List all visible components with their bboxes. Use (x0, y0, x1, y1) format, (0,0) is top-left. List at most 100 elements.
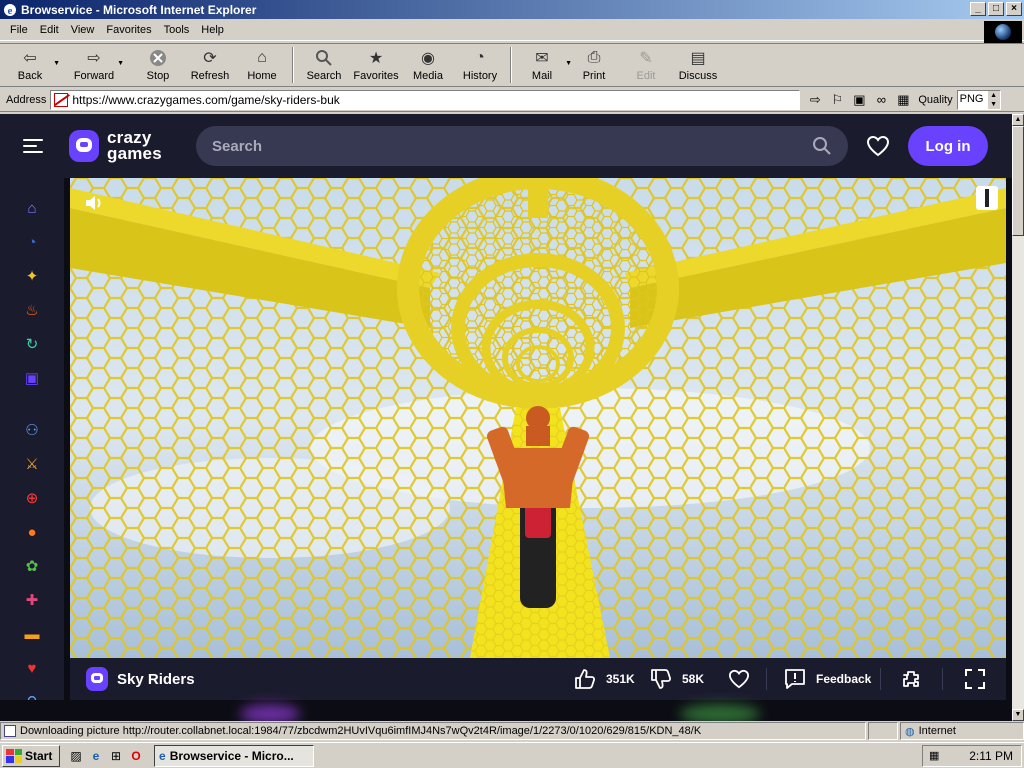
like-button[interactable]: 351K (574, 658, 635, 700)
globe-icon (995, 24, 1011, 40)
originals-icon[interactable]: ▣ (22, 368, 42, 388)
start-button[interactable]: Start (2, 744, 60, 767)
new-icon[interactable]: ✦ (22, 266, 42, 286)
logo-text: crazy games (107, 129, 162, 162)
bookmark-icon[interactable]: ⚐ (826, 90, 848, 110)
share-button[interactable] (900, 658, 932, 700)
quality-select[interactable]: PNG ▲ ▼ (956, 89, 1001, 110)
forward-button[interactable]: ⇨ Forward ▼ (68, 44, 124, 86)
site-search-input[interactable]: Search (196, 126, 848, 166)
go-arrow-icon[interactable]: ⇨ (804, 90, 826, 110)
mail-button[interactable]: ✉ Mail ▼ (516, 44, 572, 86)
print-label: Print (582, 70, 606, 82)
scroll-down-icon[interactable]: ▼ (1012, 709, 1024, 721)
discuss-button[interactable]: ▤ Discuss (672, 44, 724, 86)
clipboard-icon[interactable]: ▦ (892, 90, 914, 110)
sound-icon[interactable] (84, 194, 104, 212)
show-desktop-icon[interactable]: ▨ (68, 748, 84, 764)
menu-tools[interactable]: Tools (158, 24, 196, 36)
maximize-button[interactable]: □ (988, 2, 1004, 16)
search-button[interactable]: Search (298, 44, 350, 86)
close-button[interactable]: × (1006, 2, 1022, 16)
adventure-icon[interactable]: ⊕ (22, 488, 42, 508)
game-canvas[interactable] (70, 178, 1006, 658)
address-field[interactable]: https://www.crazygames.com/game/sky-ride… (50, 89, 801, 110)
windows-taskbar: Start ▨ e ⊞ O e Browservice - Micro... ▦… (0, 742, 1024, 768)
favorites-label: Favorites (353, 70, 399, 82)
network-icon[interactable]: ⊞ (108, 748, 124, 764)
history-label: History (462, 70, 498, 82)
window-title: Browservice - Microsoft Internet Explore… (21, 2, 257, 17)
address-bar: Address https://www.crazygames.com/game/… (0, 88, 1024, 112)
standard-toolbar: ⇦ Back ▼ ⇨ Forward ▼ Stop ⟳ Refresh ⌂ Home… (0, 43, 1024, 87)
favorites-button[interactable]: ★ Favorites (350, 44, 402, 86)
binoculars-icon[interactable]: ∞ (870, 90, 892, 110)
search-icon[interactable] (812, 136, 832, 156)
dislike-button[interactable]: 58K (650, 658, 704, 700)
home-icon[interactable]: ⌂ (22, 198, 42, 218)
fullscreen-button[interactable] (964, 658, 996, 700)
multiplayer-icon[interactable]: ⚇ (22, 420, 42, 440)
print-button[interactable]: ⎙ Print (568, 44, 620, 86)
basketball-icon[interactable]: ● (22, 522, 42, 542)
quality-value: PNG (959, 92, 984, 105)
ie-task-icon: e (159, 748, 166, 763)
crazygames-logo[interactable]: crazy games (69, 129, 162, 162)
game-logo-icon (86, 667, 108, 691)
quality-spinner-icon[interactable]: ▲ ▼ (987, 90, 1000, 109)
site-header: crazy games Search Log in (0, 114, 1012, 178)
forward-arrow-icon: ⇨ (87, 50, 101, 67)
game-info-bar: Sky Riders 351K 58K Feedback (70, 658, 1006, 700)
stop-button[interactable]: Stop (132, 44, 184, 86)
back-dropdown-icon[interactable]: ▼ (53, 60, 60, 67)
taskbar-item-browservice[interactable]: e Browservice - Micro... (154, 744, 314, 767)
action-icon[interactable]: ⚔ (22, 454, 42, 474)
category-sidebar: ⌂ ◔ ✦ ♨ ↻ ▣ ⚇ ⚔ ⊕ ● ✿ ✚ ▬ ♥ ⚲ (0, 178, 64, 721)
favorites-heart-icon[interactable] (866, 135, 890, 157)
history-button[interactable]: ◔ History (454, 44, 506, 86)
menu-toggle-icon[interactable] (23, 138, 43, 154)
menu-view[interactable]: View (65, 24, 101, 36)
favorite-game-button[interactable] (728, 658, 760, 700)
card-icon[interactable]: ♥ (22, 658, 42, 678)
login-button[interactable]: Log in (908, 126, 988, 166)
save-page-icon[interactable]: ▣ (848, 90, 870, 110)
start-label: Start (25, 748, 53, 763)
updated-icon[interactable]: ↻ (22, 334, 42, 354)
menu-favorites[interactable]: Favorites (100, 24, 157, 36)
thumbs-down-icon (651, 669, 672, 689)
trending-icon[interactable]: ♨ (22, 300, 42, 320)
home-button[interactable]: ⌂ Home (236, 44, 288, 86)
menu-edit[interactable]: Edit (34, 24, 65, 36)
forward-dropdown-icon[interactable]: ▼ (117, 60, 124, 67)
menu-help[interactable]: Help (195, 24, 230, 36)
page-icon (54, 92, 69, 107)
media-button[interactable]: ◉ Media (402, 44, 454, 86)
dislike-count: 58K (682, 672, 705, 686)
discuss-icon: ▤ (690, 50, 706, 67)
driving-icon[interactable]: ▬ (22, 624, 42, 644)
clicker-icon[interactable]: ✚ (22, 590, 42, 610)
scroll-thumb[interactable] (1012, 126, 1024, 236)
menu-file[interactable]: File (4, 24, 34, 36)
refresh-button[interactable]: ⟳ Refresh (184, 44, 236, 86)
opera-icon[interactable]: O (128, 748, 144, 764)
vertical-scrollbar[interactable]: ▲ ▼ (1012, 114, 1024, 721)
ie-quicklaunch-icon[interactable]: e (88, 748, 104, 764)
recent-icon[interactable]: ◔ (22, 232, 42, 252)
bar-divider (942, 668, 943, 690)
back-button[interactable]: ⇦ Back ▼ (4, 44, 60, 86)
tray-network-icon[interactable]: ▦ (929, 749, 945, 763)
game-title: Sky Riders (117, 670, 195, 688)
minimize-button[interactable]: _ (970, 2, 986, 16)
scroll-up-icon[interactable]: ▲ (1012, 114, 1024, 126)
pause-icon[interactable] (976, 186, 998, 210)
toolbar-separator (292, 47, 294, 83)
favorites-icon: ★ (368, 50, 384, 67)
quality-label: Quality (918, 93, 953, 106)
game-scene[interactable] (70, 178, 1006, 658)
edit-label: Edit (636, 70, 656, 82)
casual-icon[interactable]: ✿ (22, 556, 42, 576)
feedback-button[interactable]: Feedback (784, 658, 871, 700)
address-url[interactable]: https://www.crazygames.com/game/sky-ride… (72, 93, 339, 107)
